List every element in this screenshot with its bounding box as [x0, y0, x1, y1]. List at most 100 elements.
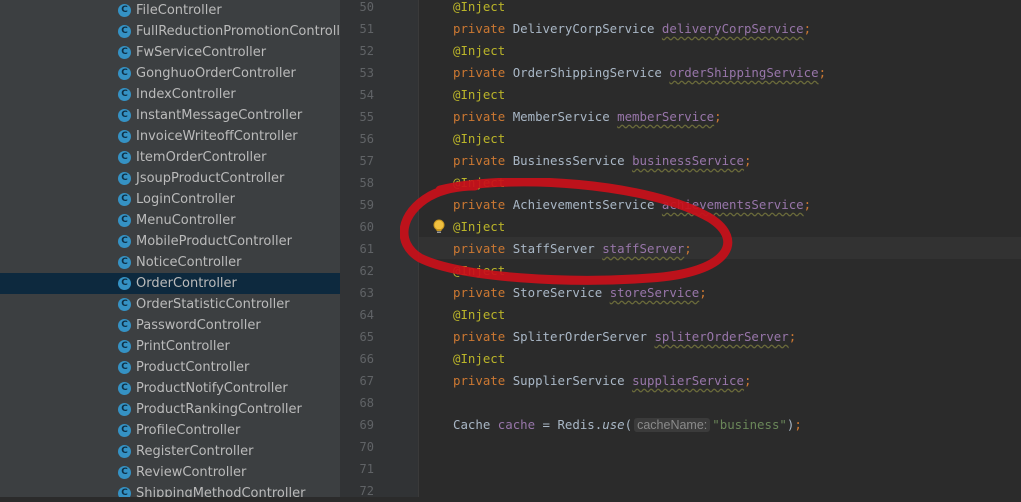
semicolon: ;	[684, 241, 692, 256]
tree-item[interactable]: C ProductController	[0, 357, 340, 378]
line-number: 60	[359, 220, 374, 234]
class-icon: C	[118, 340, 131, 353]
code-line[interactable]: @Inject	[453, 172, 505, 194]
tree-item-label: ProfileController	[136, 423, 241, 438]
string-literal: "business"	[712, 417, 787, 432]
field-type: BusinessService	[512, 153, 625, 168]
tree-item[interactable]: C RegisterController	[0, 441, 340, 462]
line-number: 52	[359, 44, 374, 58]
code-line[interactable]: private OrderShippingService orderShippi…	[453, 62, 826, 84]
keyword-private: private	[453, 109, 506, 124]
tree-item[interactable]: C JsoupProductController	[0, 168, 340, 189]
tree-item[interactable]: C FullReductionPromotionController	[0, 21, 340, 42]
tree-item[interactable]: C ProductNotifyController	[0, 378, 340, 399]
tree-item-label: FullReductionPromotionController	[136, 24, 340, 39]
code-line[interactable]: private StaffServer staffServer;	[453, 238, 692, 260]
code-line[interactable]: @Inject	[453, 216, 505, 238]
tree-item-label: ItemOrderController	[136, 150, 267, 165]
annotation: @Inject	[453, 0, 506, 14]
tree-item[interactable]: C InstantMessageController	[0, 105, 340, 126]
field-type: MemberService	[512, 109, 610, 124]
annotation: @Inject	[453, 43, 506, 58]
tree-item[interactable]: C LoginController	[0, 189, 340, 210]
tree-item-label: ProductController	[136, 360, 250, 375]
tree-item-label: InvoiceWriteoffController	[136, 129, 298, 144]
code-line[interactable]: @Inject	[453, 40, 505, 62]
class-icon: C	[118, 382, 131, 395]
keyword-private: private	[453, 153, 506, 168]
code-line[interactable]: private AchievementsService achievements…	[453, 194, 811, 216]
tree-item[interactable]: C ProfileController	[0, 420, 340, 441]
tree-item[interactable]: C OrderStatisticController	[0, 294, 340, 315]
class-icon: C	[118, 67, 131, 80]
tree-item[interactable]: C MenuController	[0, 210, 340, 231]
tree-item[interactable]: C FwServiceController	[0, 42, 340, 63]
tree-item[interactable]: C PrintController	[0, 336, 340, 357]
keyword-private: private	[453, 285, 506, 300]
line-number: 50	[359, 0, 374, 14]
tree-item[interactable]: C IndexController	[0, 84, 340, 105]
redis-call: = Redis.	[535, 417, 603, 432]
class-icon: C	[118, 130, 131, 143]
field-name: supplierService	[632, 373, 744, 388]
annotation: @Inject	[453, 131, 506, 146]
tree-item[interactable]: C GonghuoOrderController	[0, 63, 340, 84]
code-line[interactable]: Cache cache = Redis.use(cacheName: "busin…	[453, 414, 802, 436]
tree-item[interactable]: C PasswordController	[0, 315, 340, 336]
line-number: 66	[359, 352, 374, 366]
tree-item-label: ProductRankingController	[136, 402, 302, 417]
tree-item-label: OrderStatisticController	[136, 297, 290, 312]
code-line[interactable]: @Inject	[453, 128, 505, 150]
code-editor[interactable]: @Inject private DeliveryCorpService deliv…	[419, 0, 1021, 497]
class-icon: C	[118, 193, 131, 206]
tree-item[interactable]: C ItemOrderController	[0, 147, 340, 168]
tree-item[interactable]: C FileController	[0, 0, 340, 21]
field-name: deliveryCorpService	[661, 21, 804, 36]
class-icon: C	[118, 4, 131, 17]
class-icon: C	[118, 403, 131, 416]
field-type: StaffServer	[512, 241, 595, 256]
tree-item[interactable]: C ShippingMethodController	[0, 483, 340, 497]
code-line[interactable]: private BusinessService businessService;	[453, 150, 751, 172]
code-line[interactable]: private SpliterOrderServer spliterOrderS…	[453, 326, 796, 348]
field-name: businessService	[632, 153, 744, 168]
annotation: @Inject	[453, 351, 506, 366]
class-icon: C	[118, 25, 131, 38]
annotation: @Inject	[453, 175, 506, 190]
tree-item[interactable]: C InvoiceWriteoffController	[0, 126, 340, 147]
tree-item[interactable]: C ReviewController	[0, 462, 340, 483]
lightbulb-icon[interactable]	[432, 219, 446, 235]
code-line[interactable]: private SupplierService supplierService;	[453, 370, 751, 392]
tree-item[interactable]: C ProductRankingController	[0, 399, 340, 420]
code-line[interactable]: private StoreService storeService;	[453, 282, 707, 304]
code-line[interactable]: private DeliveryCorpService deliveryCorp…	[453, 18, 811, 40]
tree-item-label: MobileProductController	[136, 234, 292, 249]
code-line[interactable]: @Inject	[453, 260, 505, 282]
line-number: 68	[359, 396, 374, 410]
tree-item-label: OrderController	[136, 276, 237, 291]
code-line[interactable]: private MemberService memberService;	[453, 106, 722, 128]
line-number: 56	[359, 132, 374, 146]
class-icon: C	[118, 277, 131, 290]
line-number: 64	[359, 308, 374, 322]
keyword-private: private	[453, 373, 506, 388]
tree-item[interactable]: C OrderController	[0, 273, 340, 294]
tree-item[interactable]: C MobileProductController	[0, 231, 340, 252]
class-icon: C	[118, 46, 131, 59]
keyword-private: private	[453, 329, 506, 344]
tree-item-label: PrintController	[136, 339, 230, 354]
line-number: 54	[359, 88, 374, 102]
line-number: 67	[359, 374, 374, 388]
keyword-private: private	[453, 197, 506, 212]
tree-item[interactable]: C NoticeController	[0, 252, 340, 273]
code-line[interactable]: @Inject	[453, 0, 505, 18]
code-line[interactable]: @Inject	[453, 348, 505, 370]
editor-gutter: 50 51 52 53 54 55 56 57 58 59 60 61 62 63 64 65 66 67 68 69…	[340, 0, 419, 498]
tree-item-label: LoginController	[136, 192, 236, 207]
tree-item-label: ShippingMethodController	[136, 486, 306, 497]
cache-type: Cache	[453, 417, 491, 432]
class-icon: C	[118, 445, 131, 458]
code-line[interactable]: @Inject	[453, 84, 505, 106]
code-line[interactable]: @Inject	[453, 304, 505, 326]
class-icon: C	[118, 256, 131, 269]
